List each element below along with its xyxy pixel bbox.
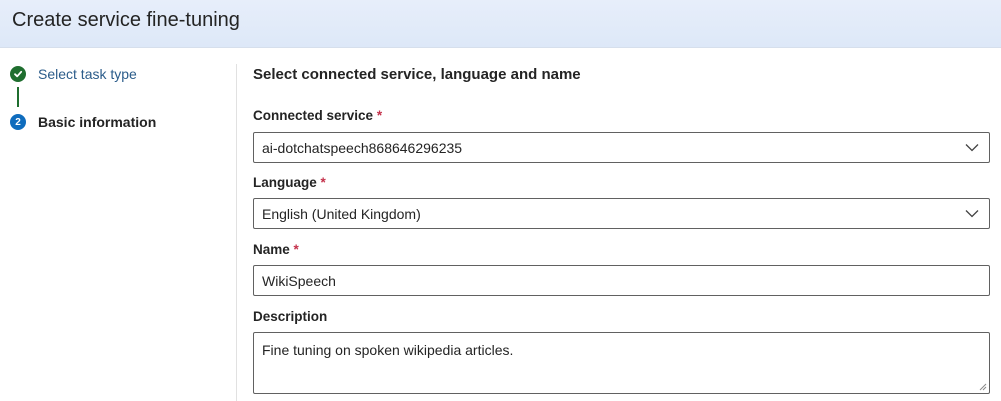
description-label: Description [253,309,328,324]
language-dropdown[interactable]: English (United Kingdom) [253,198,990,229]
required-marker: * [376,108,383,123]
name-label: Name * [253,242,299,257]
connected-service-label: Connected service * [253,108,383,123]
page-header: Create service fine-tuning [0,0,1001,48]
step-connector [17,87,19,107]
connected-service-dropdown[interactable]: ai-dotchatspeech868646296235 [253,132,990,163]
section-title: Select connected service, language and n… [253,66,581,83]
vertical-divider [236,64,237,401]
step-label: Basic information [38,114,157,130]
chevron-down-icon [965,144,979,152]
checkmark-icon [10,66,26,82]
chevron-down-icon [965,210,979,218]
name-input[interactable]: WikiSpeech [253,265,990,296]
language-value: English (United Kingdom) [262,206,421,222]
step-label: Select task type [38,66,137,82]
description-value: Fine tuning on spoken wikipedia articles… [262,342,514,358]
description-textarea[interactable]: Fine tuning on spoken wikipedia articles… [253,332,990,394]
required-marker: * [293,242,299,257]
name-value: WikiSpeech [262,273,336,289]
required-marker: * [320,175,326,190]
step-basic-information[interactable]: 2 Basic information [10,113,156,131]
language-label: Language * [253,175,326,190]
step-select-task-type[interactable]: Select task type [10,65,137,83]
resize-grip-icon[interactable] [978,382,987,391]
connected-service-value: ai-dotchatspeech868646296235 [262,140,463,156]
page-title: Create service fine-tuning [12,9,240,31]
step-number-badge: 2 [10,114,26,130]
